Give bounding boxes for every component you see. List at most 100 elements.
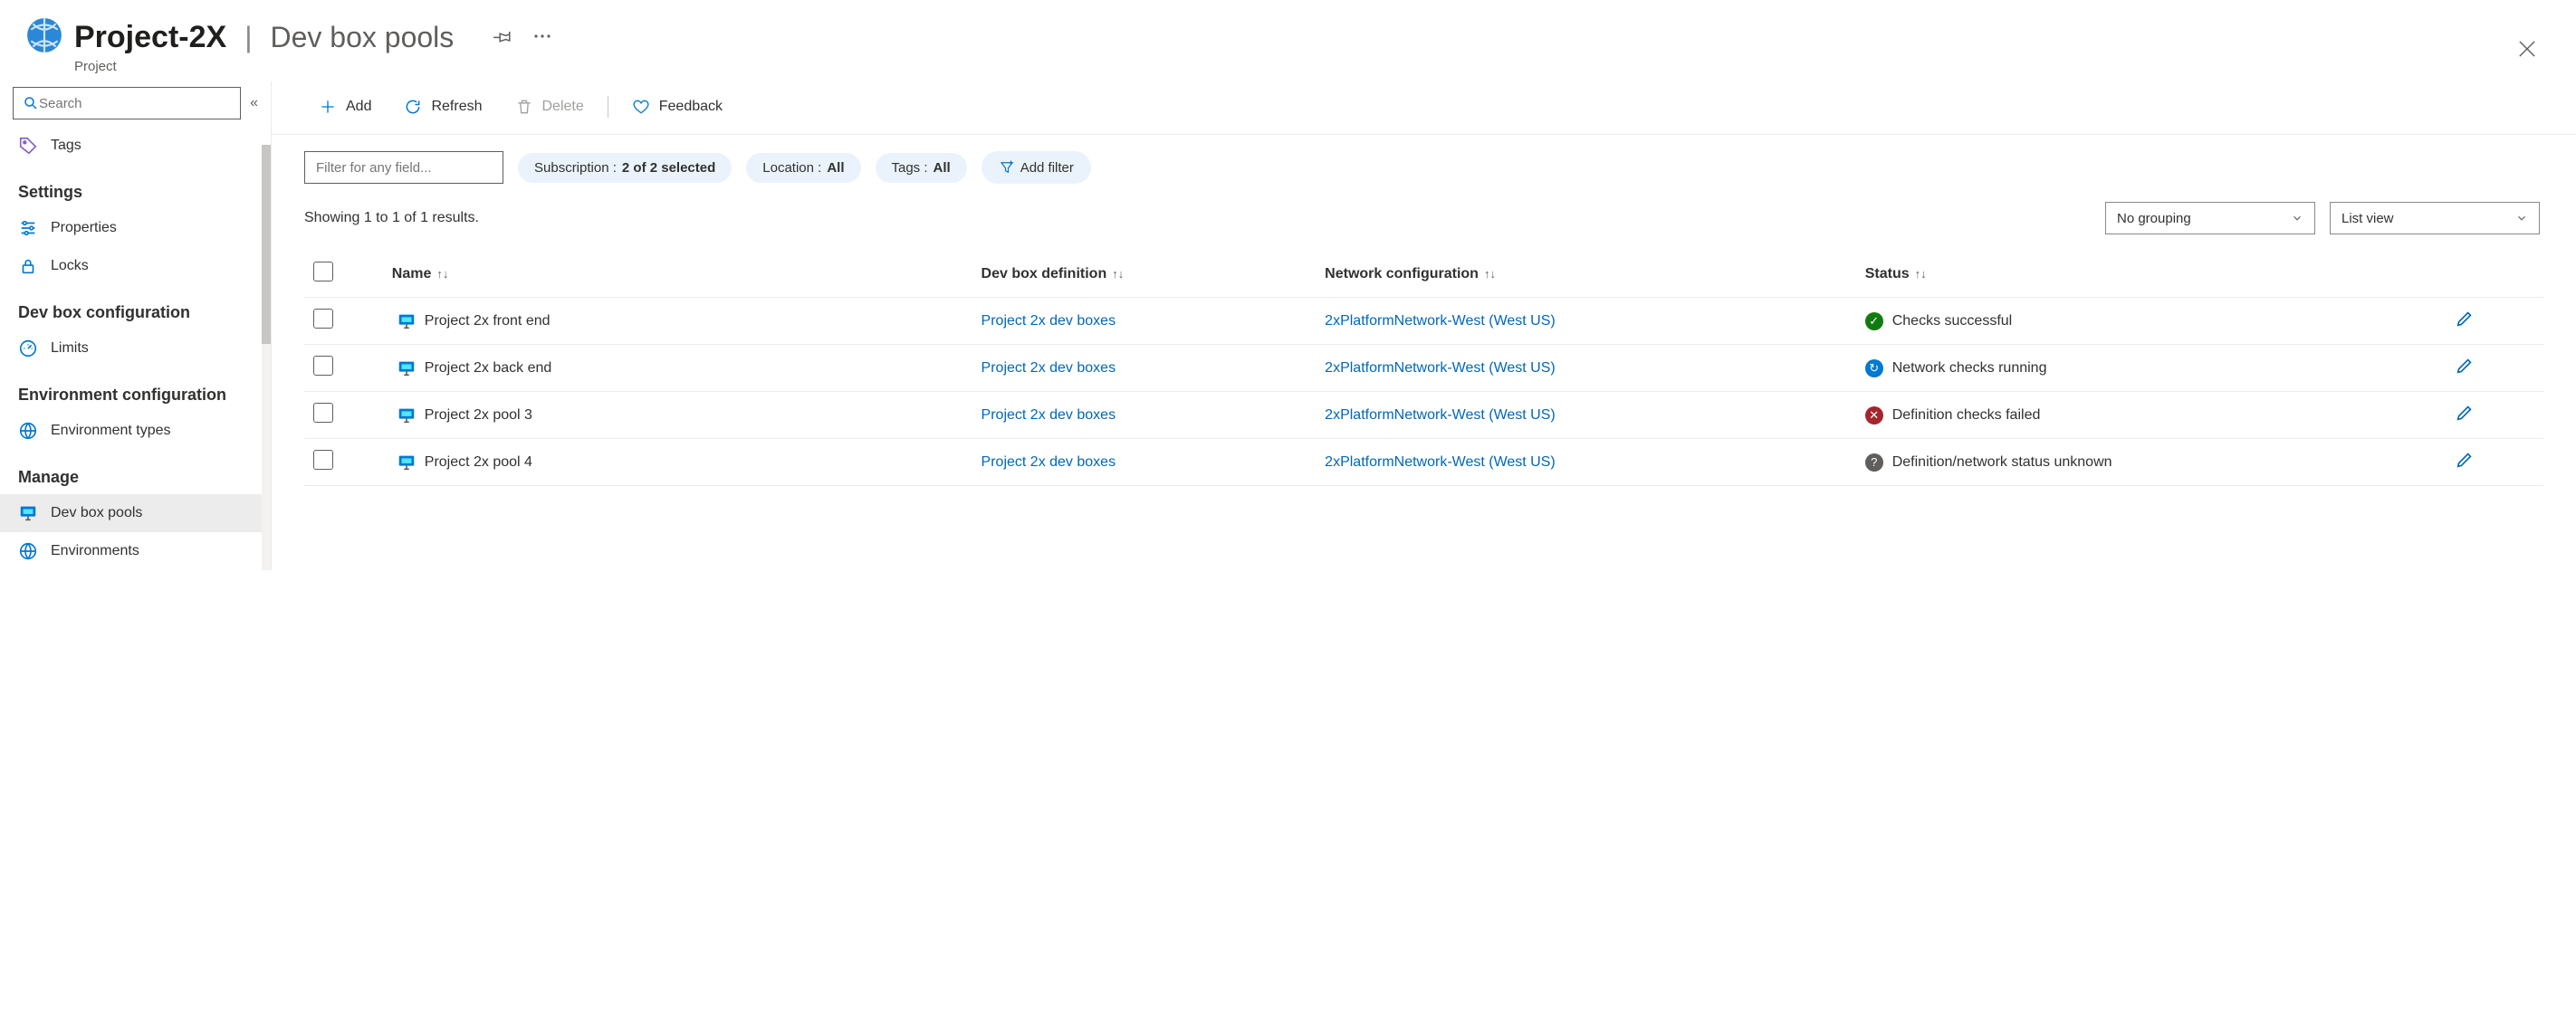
pool-name: Project 2x pool 4	[425, 454, 532, 470]
feedback-button[interactable]: Feedback	[618, 92, 737, 121]
tag-icon	[18, 136, 38, 156]
sidebar-item-label: Environments	[51, 543, 139, 559]
sidebar-item-label: Dev box pools	[51, 505, 142, 521]
pools-table: Name↑↓ Dev box definition↑↓ Network conf…	[304, 251, 2543, 486]
filter-plus-icon	[999, 159, 1015, 176]
search-icon	[23, 95, 39, 111]
env-type-icon	[18, 421, 38, 441]
breadcrumb-subtitle: Project	[74, 59, 553, 74]
pool-icon	[396, 310, 417, 332]
sidebar: « Tags Settings Properties Locks Dev box co…	[0, 81, 272, 570]
status-text: Checks successful	[1892, 313, 2013, 329]
edit-icon[interactable]	[2455, 411, 2475, 426]
chevron-down-icon	[2515, 212, 2528, 224]
sidebar-search-input[interactable]	[39, 96, 231, 111]
sidebar-item-locks[interactable]: Locks	[0, 247, 271, 285]
refresh-button[interactable]: Refresh	[389, 92, 496, 121]
view-dropdown[interactable]: List view	[2330, 202, 2540, 234]
more-icon[interactable]	[531, 25, 553, 50]
pool-icon	[396, 452, 417, 473]
grouping-dropdown[interactable]: No grouping	[2105, 202, 2315, 234]
col-header-network[interactable]: Network configuration↑↓	[1316, 251, 1856, 298]
definition-link[interactable]: Project 2x dev boxes	[982, 313, 1116, 329]
sidebar-item-properties[interactable]: Properties	[0, 209, 271, 247]
table-row: Project 2x pool 4 Project 2x dev boxes 2xP…	[304, 439, 2543, 486]
command-bar: Add Refresh Delete Feedback	[272, 87, 2576, 135]
definition-link[interactable]: Project 2x dev boxes	[982, 454, 1116, 470]
close-icon[interactable]	[2514, 36, 2540, 64]
sidebar-item-environment-types[interactable]: Environment types	[0, 412, 271, 450]
add-button[interactable]: Add	[304, 92, 386, 121]
sidebar-group-manage: Manage	[0, 450, 271, 494]
add-filter-button[interactable]: Add filter	[982, 151, 1091, 184]
sidebar-item-label: Properties	[51, 220, 117, 236]
col-header-definition[interactable]: Dev box definition↑↓	[972, 251, 1317, 298]
row-checkbox[interactable]	[313, 450, 333, 470]
sidebar-item-tags[interactable]: Tags	[0, 127, 271, 165]
sidebar-scrollbar[interactable]	[262, 145, 271, 570]
edit-icon[interactable]	[2455, 458, 2475, 473]
filter-pill-subscription[interactable]: Subscription : 2 of 2 selected	[518, 153, 732, 183]
status-running-icon: ↻	[1865, 359, 1883, 377]
sliders-icon	[18, 218, 38, 238]
collapse-sidebar-icon[interactable]: «	[250, 95, 258, 111]
col-header-name[interactable]: Name↑↓	[383, 251, 972, 298]
sidebar-group-settings: Settings	[0, 165, 271, 209]
table-row: Project 2x front end Project 2x dev boxes…	[304, 298, 2543, 345]
network-link[interactable]: 2xPlatformNetwork-West (West US)	[1325, 407, 1556, 423]
sidebar-search[interactable]	[13, 87, 241, 119]
section-title: Dev box pools	[271, 21, 455, 54]
row-checkbox[interactable]	[313, 403, 333, 423]
network-link[interactable]: 2xPlatformNetwork-West (West US)	[1325, 360, 1556, 376]
sidebar-item-label: Tags	[51, 138, 81, 154]
pool-icon	[396, 405, 417, 426]
filter-pill-location[interactable]: Location : All	[746, 153, 860, 183]
edit-icon[interactable]	[2455, 364, 2475, 379]
row-checkbox[interactable]	[313, 356, 333, 376]
table-row: Project 2x back endProject 2x dev boxes2…	[304, 345, 2543, 392]
table-row: Project 2x pool 3 Project 2x dev boxes 2xP…	[304, 392, 2543, 439]
status-text: Definition/network status unknown	[1892, 454, 2112, 471]
lock-icon	[18, 256, 38, 276]
network-link[interactable]: 2xPlatformNetwork-West (West US)	[1325, 313, 1556, 329]
field-filter-input[interactable]	[304, 151, 503, 184]
status-unknown-icon: ?	[1865, 453, 1883, 472]
sidebar-group-environment-configuration: Environment configuration	[0, 367, 271, 412]
sidebar-item-label: Environment types	[51, 423, 171, 439]
monitor-icon	[18, 503, 38, 523]
project-name: Project-2X	[74, 20, 226, 55]
globe-icon	[18, 541, 38, 561]
row-checkbox[interactable]	[313, 309, 333, 329]
select-all-checkbox[interactable]	[313, 262, 333, 281]
definition-link[interactable]: Project 2x dev boxes	[982, 360, 1116, 376]
edit-icon[interactable]	[2455, 317, 2475, 332]
pin-icon[interactable]	[492, 25, 513, 50]
plus-icon	[319, 98, 337, 116]
sidebar-group-dev-box-configuration: Dev box configuration	[0, 285, 271, 329]
status-text: Network checks running	[1892, 360, 2047, 377]
filter-row: Subscription : 2 of 2 selected Location …	[272, 135, 2576, 198]
results-count: Showing 1 to 1 of 1 results.	[304, 210, 2105, 226]
sidebar-item-label: Limits	[51, 340, 89, 357]
status-failed-icon: ✕	[1865, 406, 1883, 424]
status-success-icon: ✓	[1865, 312, 1883, 330]
sidebar-item-limits[interactable]: Limits	[0, 329, 271, 367]
pool-name: Project 2x pool 3	[425, 407, 532, 423]
col-header-status[interactable]: Status↑↓	[1856, 251, 2446, 298]
sidebar-item-label: Locks	[51, 258, 89, 274]
pool-icon	[396, 358, 417, 379]
title-divider: |	[244, 21, 252, 54]
definition-link[interactable]: Project 2x dev boxes	[982, 407, 1116, 423]
heart-icon	[632, 98, 650, 116]
filter-pill-tags[interactable]: Tags : All	[876, 153, 967, 183]
pool-name: Project 2x front end	[425, 313, 551, 329]
sidebar-item-environments[interactable]: Environments	[0, 532, 271, 570]
delete-button: Delete	[501, 92, 599, 121]
status-text: Definition checks failed	[1892, 407, 2041, 424]
sidebar-item-dev-box-pools[interactable]: Dev box pools	[0, 494, 271, 532]
network-link[interactable]: 2xPlatformNetwork-West (West US)	[1325, 454, 1556, 470]
main-content: Add Refresh Delete Feedback	[272, 81, 2576, 570]
trash-icon	[515, 98, 533, 116]
project-globe-icon	[25, 16, 63, 54]
gauge-icon	[18, 339, 38, 358]
